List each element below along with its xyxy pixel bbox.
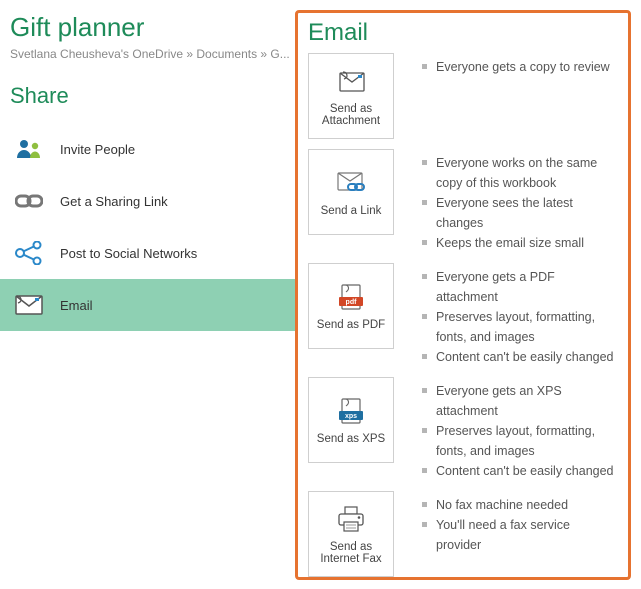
- social-networks-icon: [14, 238, 44, 268]
- option-point: Preserves layout, formatting, fonts, and…: [422, 307, 618, 347]
- email-panel: Email Send as Attachment Every: [295, 10, 631, 580]
- share-item-social-networks[interactable]: Post to Social Networks: [0, 227, 295, 279]
- page-title: Gift planner: [10, 12, 295, 43]
- option-description: Everyone gets a PDF attachment Preserves…: [422, 267, 618, 367]
- option-point: Content can't be easily changed: [422, 461, 618, 481]
- option-description: No fax machine needed You'll need a fax …: [422, 495, 618, 555]
- share-item-invite-people[interactable]: Invite People: [0, 123, 295, 175]
- option-label: Send as XPS: [317, 433, 385, 445]
- share-item-sharing-link[interactable]: Get a Sharing Link: [0, 175, 295, 227]
- email-option-row: Send as Attachment Everyone gets a copy …: [308, 53, 618, 139]
- share-item-label: Email: [60, 298, 93, 313]
- option-label: Send as Attachment: [313, 103, 389, 127]
- share-heading: Share: [10, 83, 295, 109]
- option-description: Everyone gets an XPS attachment Preserve…: [422, 381, 618, 481]
- send-as-pdf-button[interactable]: pdf Send as PDF: [308, 263, 394, 349]
- send-link-icon: [335, 167, 367, 199]
- option-description: Everyone works on the same copy of this …: [422, 153, 618, 253]
- share-item-label: Invite People: [60, 142, 135, 157]
- email-option-row: pdf Send as PDF Everyone gets a PDF atta…: [308, 263, 618, 367]
- share-sidebar: Gift planner Svetlana Cheusheva's OneDri…: [0, 0, 295, 589]
- sharing-link-icon: [14, 186, 44, 216]
- send-a-link-button[interactable]: Send a Link: [308, 149, 394, 235]
- svg-text:pdf: pdf: [346, 299, 358, 306]
- email-icon: [14, 290, 44, 320]
- invite-people-icon: [14, 134, 44, 164]
- option-label: Send a Link: [321, 205, 382, 217]
- option-point: Everyone works on the same copy of this …: [422, 153, 618, 193]
- share-list: Invite People Get a Sharing Link: [0, 123, 295, 331]
- option-point: Preserves layout, formatting, fonts, and…: [422, 421, 618, 461]
- email-option-row: xps Send as XPS Everyone gets an XPS att…: [308, 377, 618, 481]
- option-point: Everyone sees the latest changes: [422, 193, 618, 233]
- attachment-icon: [335, 65, 367, 97]
- email-option-row: Send a Link Everyone works on the same c…: [308, 149, 618, 253]
- option-point: Content can't be easily changed: [422, 347, 618, 367]
- share-item-email[interactable]: Email: [0, 279, 295, 331]
- option-point: You'll need a fax service provider: [422, 515, 618, 555]
- pdf-icon: pdf: [335, 281, 367, 313]
- option-point: Everyone gets a copy to review: [422, 57, 610, 77]
- option-point: Everyone gets an XPS attachment: [422, 381, 618, 421]
- fax-icon: [335, 503, 367, 535]
- option-point: No fax machine needed: [422, 495, 618, 515]
- share-item-label: Get a Sharing Link: [60, 194, 168, 209]
- option-description: Everyone gets a copy to review: [422, 57, 610, 77]
- svg-text:xps: xps: [345, 413, 357, 420]
- email-panel-heading: Email: [308, 19, 618, 47]
- option-label: Send as Internet Fax: [313, 541, 389, 565]
- send-as-internet-fax-button[interactable]: Send as Internet Fax: [308, 491, 394, 577]
- email-option-row: Send as Internet Fax No fax machine need…: [308, 491, 618, 577]
- option-label: Send as PDF: [317, 319, 385, 331]
- send-as-attachment-button[interactable]: Send as Attachment: [308, 53, 394, 139]
- send-as-xps-button[interactable]: xps Send as XPS: [308, 377, 394, 463]
- share-item-label: Post to Social Networks: [60, 246, 197, 261]
- option-point: Everyone gets a PDF attachment: [422, 267, 618, 307]
- xps-icon: xps: [335, 395, 367, 427]
- breadcrumb[interactable]: Svetlana Cheusheva's OneDrive » Document…: [10, 47, 295, 61]
- option-point: Keeps the email size small: [422, 233, 618, 253]
